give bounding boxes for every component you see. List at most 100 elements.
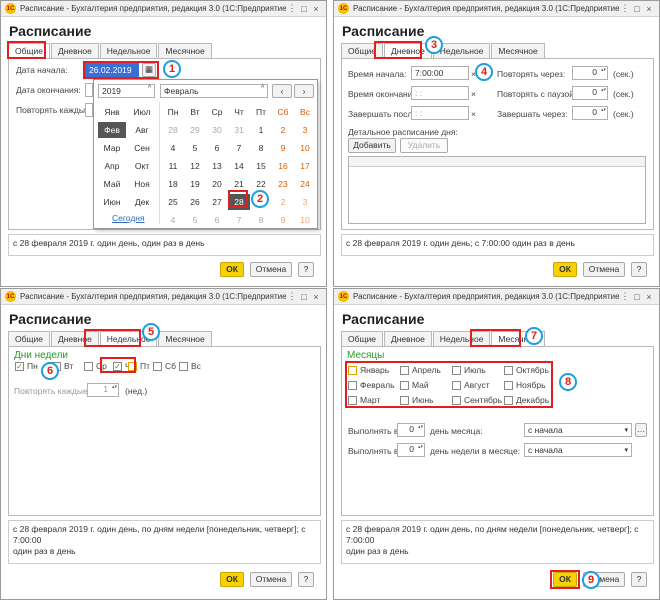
- cancel-button[interactable]: Отмена: [250, 262, 292, 277]
- day-cell[interactable]: 9: [272, 140, 294, 156]
- clear-end-icon[interactable]: ×: [471, 89, 476, 99]
- day-cell[interactable]: 7: [228, 212, 250, 228]
- weekday-checkbox[interactable]: [84, 362, 93, 371]
- calendar-button[interactable]: ▦: [142, 63, 156, 77]
- tab-general[interactable]: Общие: [8, 43, 50, 59]
- year-field[interactable]: 2019: [98, 84, 155, 98]
- month-item[interactable]: Окт: [128, 158, 156, 174]
- menu-icon[interactable]: ⋮: [619, 291, 631, 302]
- end-date-input[interactable]: [85, 83, 93, 97]
- repeat-input[interactable]: [85, 103, 93, 117]
- month-checkbox[interactable]: [504, 396, 513, 405]
- day-cell[interactable]: 6: [206, 140, 228, 156]
- tab-monthly[interactable]: Месячное: [158, 331, 212, 346]
- day-of-week-stepper[interactable]: 0: [397, 443, 425, 457]
- add-button[interactable]: Добавить: [348, 138, 396, 153]
- day-cell[interactable]: 14: [228, 158, 250, 174]
- repeat-pause-stepper[interactable]: 0: [572, 86, 608, 100]
- tab-general[interactable]: Общие: [8, 331, 50, 346]
- day-cell[interactable]: 13: [206, 158, 228, 174]
- help-button[interactable]: ?: [298, 262, 314, 277]
- tab-general[interactable]: Общие: [341, 331, 383, 346]
- day-cell[interactable]: 5: [184, 212, 206, 228]
- next-month-button[interactable]: ›: [294, 84, 314, 98]
- day-cell[interactable]: 18: [162, 176, 184, 192]
- weekday-checkbox[interactable]: [128, 362, 137, 371]
- help-button[interactable]: ?: [298, 572, 314, 587]
- day-cell[interactable]: 28: [162, 122, 184, 138]
- tab-general[interactable]: Общие: [341, 43, 383, 58]
- month-checkbox[interactable]: [400, 396, 409, 405]
- month-field[interactable]: Февраль: [160, 84, 268, 98]
- tab-monthly[interactable]: Месячное: [491, 43, 545, 58]
- ok-button[interactable]: ОК: [220, 262, 244, 277]
- day-cell[interactable]: 23: [272, 176, 294, 192]
- month-item[interactable]: Июл: [128, 104, 156, 120]
- maximize-icon[interactable]: □: [298, 292, 310, 302]
- month-checkbox[interactable]: [452, 366, 461, 375]
- ok-button[interactable]: ОК: [220, 572, 244, 587]
- year-up-icon[interactable]: ^: [148, 85, 151, 92]
- selected-day[interactable]: 28: [228, 194, 250, 210]
- day-of-week-select[interactable]: с начала ▾: [524, 443, 632, 457]
- delete-button[interactable]: Удалить: [400, 138, 448, 153]
- month-item[interactable]: Авг: [128, 122, 156, 138]
- month-up-icon[interactable]: ^: [261, 85, 264, 92]
- day-cell[interactable]: 29: [184, 122, 206, 138]
- day-cell[interactable]: 17: [294, 158, 316, 174]
- weekday-checkbox[interactable]: [179, 362, 188, 371]
- day-cell[interactable]: 5: [184, 140, 206, 156]
- month-checkbox[interactable]: [348, 366, 357, 375]
- close-icon[interactable]: ×: [310, 4, 322, 14]
- day-cell[interactable]: 11: [162, 158, 184, 174]
- tab-daily[interactable]: Дневное: [50, 43, 99, 58]
- day-cell[interactable]: 30: [206, 122, 228, 138]
- today-link[interactable]: Сегодня: [112, 213, 145, 223]
- tab-weekly[interactable]: Недельное: [432, 331, 491, 346]
- day-cell[interactable]: 27: [206, 194, 228, 210]
- tab-daily[interactable]: Дневное: [383, 331, 432, 346]
- month-item[interactable]: Сен: [128, 140, 156, 156]
- menu-icon[interactable]: ⋮: [619, 3, 631, 14]
- weekday-checkbox[interactable]: [153, 362, 162, 371]
- month-checkbox[interactable]: [348, 381, 357, 390]
- day-of-month-more-button[interactable]: …: [635, 423, 647, 437]
- month-checkbox[interactable]: [400, 366, 409, 375]
- day-cell[interactable]: 6: [206, 212, 228, 228]
- day-cell[interactable]: 3: [294, 122, 316, 138]
- day-cell[interactable]: 15: [250, 158, 272, 174]
- tab-monthly[interactable]: Месячное: [158, 43, 212, 58]
- ok-button[interactable]: ОК: [553, 262, 577, 277]
- day-cell[interactable]: 9: [272, 212, 294, 228]
- month-item[interactable]: Апр: [98, 158, 126, 174]
- day-cell[interactable]: 4: [162, 140, 184, 156]
- day-cell[interactable]: 1: [250, 122, 272, 138]
- month-item[interactable]: Июн: [98, 194, 126, 210]
- month-checkbox[interactable]: [452, 396, 461, 405]
- day-cell[interactable]: 3: [294, 194, 316, 210]
- menu-icon[interactable]: ⋮: [286, 291, 298, 302]
- help-button[interactable]: ?: [631, 572, 647, 587]
- close-icon[interactable]: ×: [310, 292, 322, 302]
- month-checkbox[interactable]: [348, 396, 357, 405]
- day-cell[interactable]: 21: [228, 176, 250, 192]
- month-item[interactable]: Май: [98, 176, 126, 192]
- clear-finish-icon[interactable]: ×: [471, 109, 476, 119]
- menu-icon[interactable]: ⋮: [286, 3, 298, 14]
- day-cell[interactable]: 25: [162, 194, 184, 210]
- day-cell[interactable]: 19: [184, 176, 206, 192]
- day-cell[interactable]: 24: [294, 176, 316, 192]
- day-cell[interactable]: 20: [206, 176, 228, 192]
- close-icon[interactable]: ×: [643, 4, 655, 14]
- start-date-input[interactable]: 26.02.2019: [85, 63, 139, 77]
- day-cell[interactable]: 8: [250, 212, 272, 228]
- month-checkbox[interactable]: [452, 381, 461, 390]
- close-icon[interactable]: ×: [643, 292, 655, 302]
- weekday-checkbox[interactable]: ✓: [113, 362, 122, 371]
- weekday-checkbox[interactable]: ✓: [15, 362, 24, 371]
- maximize-icon[interactable]: □: [631, 4, 643, 14]
- maximize-icon[interactable]: □: [298, 4, 310, 14]
- month-item[interactable]: Фев: [98, 122, 126, 138]
- cancel-button[interactable]: Отмена: [583, 262, 625, 277]
- month-checkbox[interactable]: [400, 381, 409, 390]
